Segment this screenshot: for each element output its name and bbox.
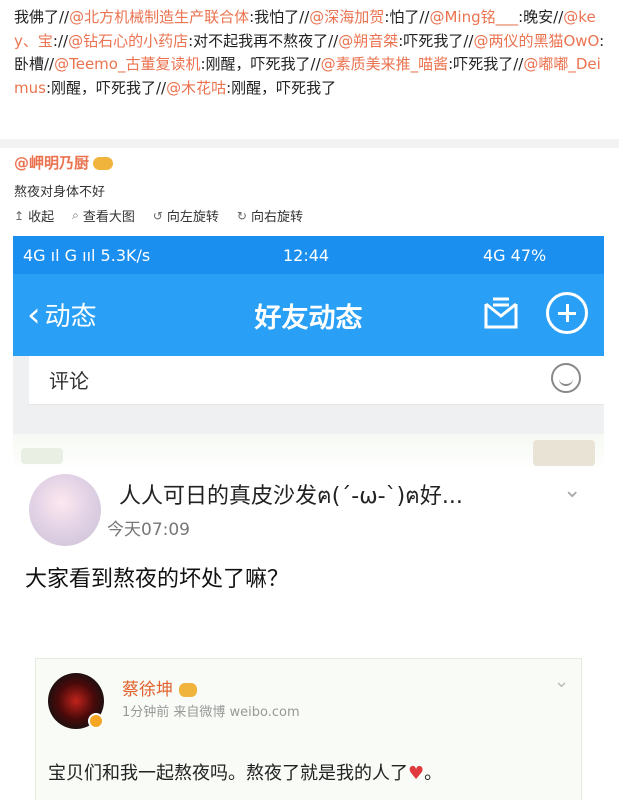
weibo-author-line: 蔡徐坤: [122, 675, 197, 700]
comment-label: 评论: [49, 369, 89, 393]
battery-status: 4G 47%: [483, 246, 547, 265]
rotate-right-icon: ↻: [236, 208, 247, 223]
shared-weibo-card[interactable]: 蔡徐坤 1分钟前 来自微博 weibo.com ⌄ 宝贝们和我一起熬夜吗。熬夜了…: [35, 658, 582, 800]
weibo-author-name[interactable]: 蔡徐坤: [122, 680, 173, 700]
repost-comment-text: :对不起我再不熬夜了//: [188, 31, 339, 50]
mention-link[interactable]: @木花咕: [166, 79, 226, 97]
repost-comment-text: :怕了//: [384, 8, 430, 26]
poster-avatar[interactable]: [29, 474, 101, 546]
signal-status: 4G ıl G ııl 5.3K/s: [23, 246, 151, 265]
repost-comment-text: :吓死我了//: [398, 31, 474, 50]
view-large-button[interactable]: ⌕ 查看大图: [72, 206, 135, 225]
repost-thread: 我佛了//@北方机械制造生产联合体:我怕了//@深海加贺:怕了//@Ming铭_…: [14, 6, 614, 100]
repost-comment-text: :吓死我了//: [448, 55, 524, 73]
section-divider: [0, 139, 619, 148]
post-text: 大家看到熬夜的坏处了嘛？: [25, 567, 290, 592]
add-icon[interactable]: [546, 292, 588, 334]
author-handle-link[interactable]: @岬明乃厨: [14, 154, 89, 172]
post-timestamp: 今天07:09: [107, 520, 190, 540]
mail-icon[interactable]: [483, 296, 519, 330]
collapse-label: 收起: [28, 210, 55, 225]
weibo-text-line: 宝贝们和我一起熬夜吗。熬夜了就是我的人了♥。: [48, 759, 442, 785]
weibo-text-end: 。: [424, 763, 443, 784]
mention-link[interactable]: @Ming铭___: [429, 8, 518, 26]
repost-comment-text: :晚安//: [518, 8, 564, 26]
magnifier-icon: ⌕: [72, 208, 79, 222]
mention-link[interactable]: @Teemo_古董复读机: [54, 55, 200, 73]
verified-icon: [88, 713, 104, 729]
mention-link[interactable]: @朔音桀: [338, 32, 398, 50]
mention-link[interactable]: @素质美来推_喵酱: [321, 55, 449, 73]
rotate-left-icon: ↺: [152, 208, 163, 223]
mention-link[interactable]: @北方机械制造生产联合体: [69, 8, 249, 26]
view-large-label: 查看大图: [82, 210, 135, 225]
chevron-down-icon[interactable]: ⌄: [563, 478, 581, 503]
mention-link[interactable]: @钻石心的小药店: [68, 32, 188, 50]
holiday-decoration-icon: [21, 448, 63, 464]
vip-badge-icon: [179, 683, 197, 697]
repost-comment-text: :刚醒，吓死我了: [226, 78, 337, 97]
post-caption: 熬夜对身体不好: [14, 185, 106, 200]
weibo-text: 宝贝们和我一起熬夜吗。熬夜了就是我的人了: [48, 763, 408, 784]
weibo-chevron-down-icon[interactable]: ⌄: [554, 671, 569, 692]
poster-name[interactable]: 人人可日的真皮沙发ฅ(´-ω-`)ฅ好...: [119, 478, 463, 513]
mention-link[interactable]: @两仪的黑猫OwO: [473, 32, 599, 50]
clock: 12:44: [283, 246, 330, 265]
mention-link[interactable]: @深海加贺: [309, 8, 384, 26]
holiday-banner: [13, 434, 604, 470]
repost-comment-text: ://: [52, 31, 69, 50]
repost-comment-text: 我佛了//: [14, 8, 70, 26]
repost-comment-text: :刚醒，吓死我了//: [200, 55, 321, 73]
repost-comment-text: :我怕了//: [249, 8, 310, 26]
rotate-right-label: 向右旋转: [250, 210, 303, 225]
repost-comment-text: :刚醒，吓死我了//: [45, 78, 167, 97]
rotate-left-label: 向左旋转: [166, 210, 219, 225]
collapse-button[interactable]: ↥ 收起: [14, 206, 55, 226]
comment-bar[interactable]: 评论: [29, 356, 604, 405]
rotate-right-button[interactable]: ↻ 向右旋转: [236, 206, 303, 226]
image-toolbar: ↥ 收起 ⌕ 查看大图 ↺ 向左旋转 ↻ 向右旋转: [14, 206, 303, 225]
smiley-icon[interactable]: [551, 363, 581, 393]
embedded-phone-screenshot[interactable]: 4G ıl G ııl 5.3K/s 12:44 4G 47% ‹ 动态 好友动…: [13, 236, 604, 800]
gift-decoration-icon: [533, 440, 595, 466]
heart-icon: ♥: [408, 763, 425, 784]
fan-badge-icon: [93, 157, 114, 170]
author-line: @岬明乃厨: [14, 152, 114, 173]
phone-status-bar: 4G ıl G ııl 5.3K/s 12:44 4G 47%: [13, 236, 604, 274]
weibo-meta: 1分钟前 来自微博 weibo.com: [122, 705, 300, 720]
collapse-icon: ↥: [14, 208, 25, 223]
feed-post-card: 人人可日的真皮沙发ฅ(´-ω-`)ฅ好... 今天07:09 ⌄ 大家看到熬夜的…: [13, 434, 604, 800]
rotate-left-button[interactable]: ↺ 向左旋转: [152, 206, 219, 226]
phone-nav-bar: ‹ 动态 好友动态: [13, 274, 604, 356]
